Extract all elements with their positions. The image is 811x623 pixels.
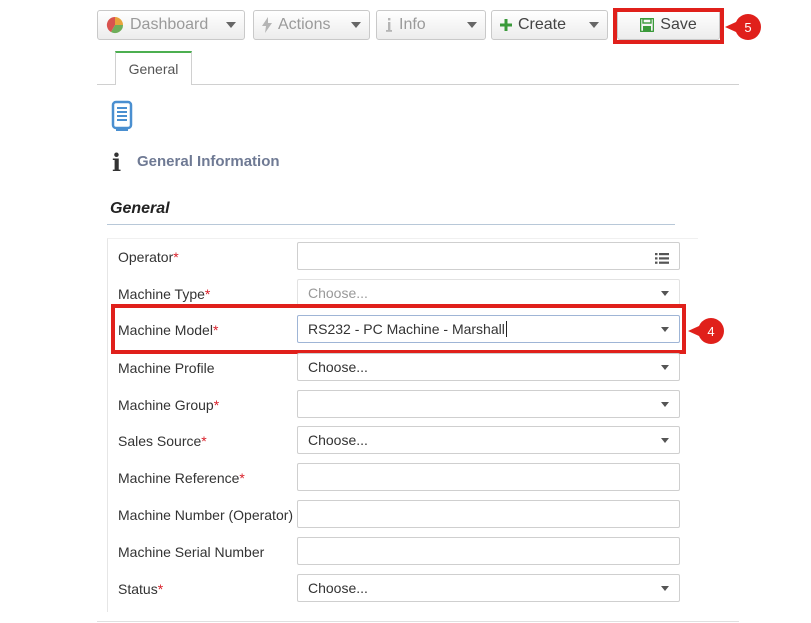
- form-row-sales-source: Sales Source* Choose...: [107, 426, 697, 456]
- group-title: General: [110, 200, 170, 217]
- info-icon: [385, 17, 393, 33]
- status-label: Status*: [118, 581, 164, 597]
- create-label: Create: [518, 16, 567, 33]
- machine-serial-number-label: Machine Serial Number: [118, 544, 265, 560]
- info-button[interactable]: Info: [376, 10, 486, 40]
- dashboard-label: Dashboard: [130, 16, 209, 33]
- machine-number-operator-label: Machine Number (Operator): [118, 507, 294, 523]
- machine-reference-input[interactable]: [297, 463, 680, 491]
- info-icon: i: [112, 148, 122, 177]
- sales-source-select[interactable]: Choose...: [297, 426, 680, 454]
- document-device-icon: [111, 100, 135, 137]
- pie-chart-icon: [106, 16, 124, 34]
- bottom-divider: [97, 621, 739, 622]
- machine-model-highlight-box: [111, 304, 686, 354]
- bolt-icon: [262, 17, 272, 33]
- machine-type-select[interactable]: Choose...: [297, 279, 680, 307]
- machine-profile-label: Machine Profile: [118, 360, 215, 376]
- form-row-machine-serial-number: Machine Serial Number: [107, 537, 697, 567]
- tab-divider: [97, 84, 739, 85]
- form-row-machine-profile: Machine Profile Choose...: [107, 353, 697, 383]
- chevron-down-icon: [467, 22, 477, 28]
- operator-input[interactable]: [297, 242, 680, 270]
- tab-general[interactable]: General: [115, 51, 192, 85]
- step-callout-machine-model: 4: [688, 318, 724, 344]
- chevron-down-icon: [226, 22, 236, 28]
- form-row-operator: Operator*: [107, 242, 697, 272]
- machine-group-select[interactable]: [297, 390, 680, 418]
- plus-icon: [500, 19, 512, 31]
- form-row-machine-reference: Machine Reference*: [107, 463, 697, 493]
- group-divider: [107, 224, 675, 225]
- chevron-down-icon: [661, 586, 669, 591]
- actions-label: Actions: [278, 16, 331, 33]
- sales-source-label: Sales Source*: [118, 433, 207, 449]
- chevron-down-icon: [661, 438, 669, 443]
- section-title: General Information: [137, 153, 280, 170]
- info-label: Info: [399, 16, 426, 33]
- save-highlight-box: [613, 8, 724, 44]
- chevron-down-icon: [589, 22, 599, 28]
- step-callout-save: 5: [725, 14, 761, 40]
- machine-reference-label: Machine Reference*: [118, 470, 245, 486]
- list-icon[interactable]: [655, 251, 669, 267]
- chevron-down-icon: [661, 402, 669, 407]
- chevron-down-icon: [661, 365, 669, 370]
- chevron-down-icon: [351, 22, 361, 28]
- chevron-down-icon: [661, 291, 669, 296]
- machine-number-operator-input[interactable]: [297, 500, 680, 528]
- form-row-machine-group: Machine Group*: [107, 390, 697, 420]
- operator-label: Operator*: [118, 249, 179, 265]
- machine-serial-number-input[interactable]: [297, 537, 680, 565]
- machine-profile-select[interactable]: Choose...: [297, 353, 680, 381]
- machine-type-label: Machine Type*: [118, 286, 211, 302]
- machine-group-label: Machine Group*: [118, 397, 220, 413]
- dashboard-button[interactable]: Dashboard: [97, 10, 245, 40]
- status-select[interactable]: Choose...: [297, 574, 680, 602]
- actions-button[interactable]: Actions: [253, 10, 370, 40]
- form-row-status: Status* Choose...: [107, 574, 697, 604]
- form-row-machine-number-operator: Machine Number (Operator): [107, 500, 697, 530]
- create-button[interactable]: Create: [491, 10, 608, 40]
